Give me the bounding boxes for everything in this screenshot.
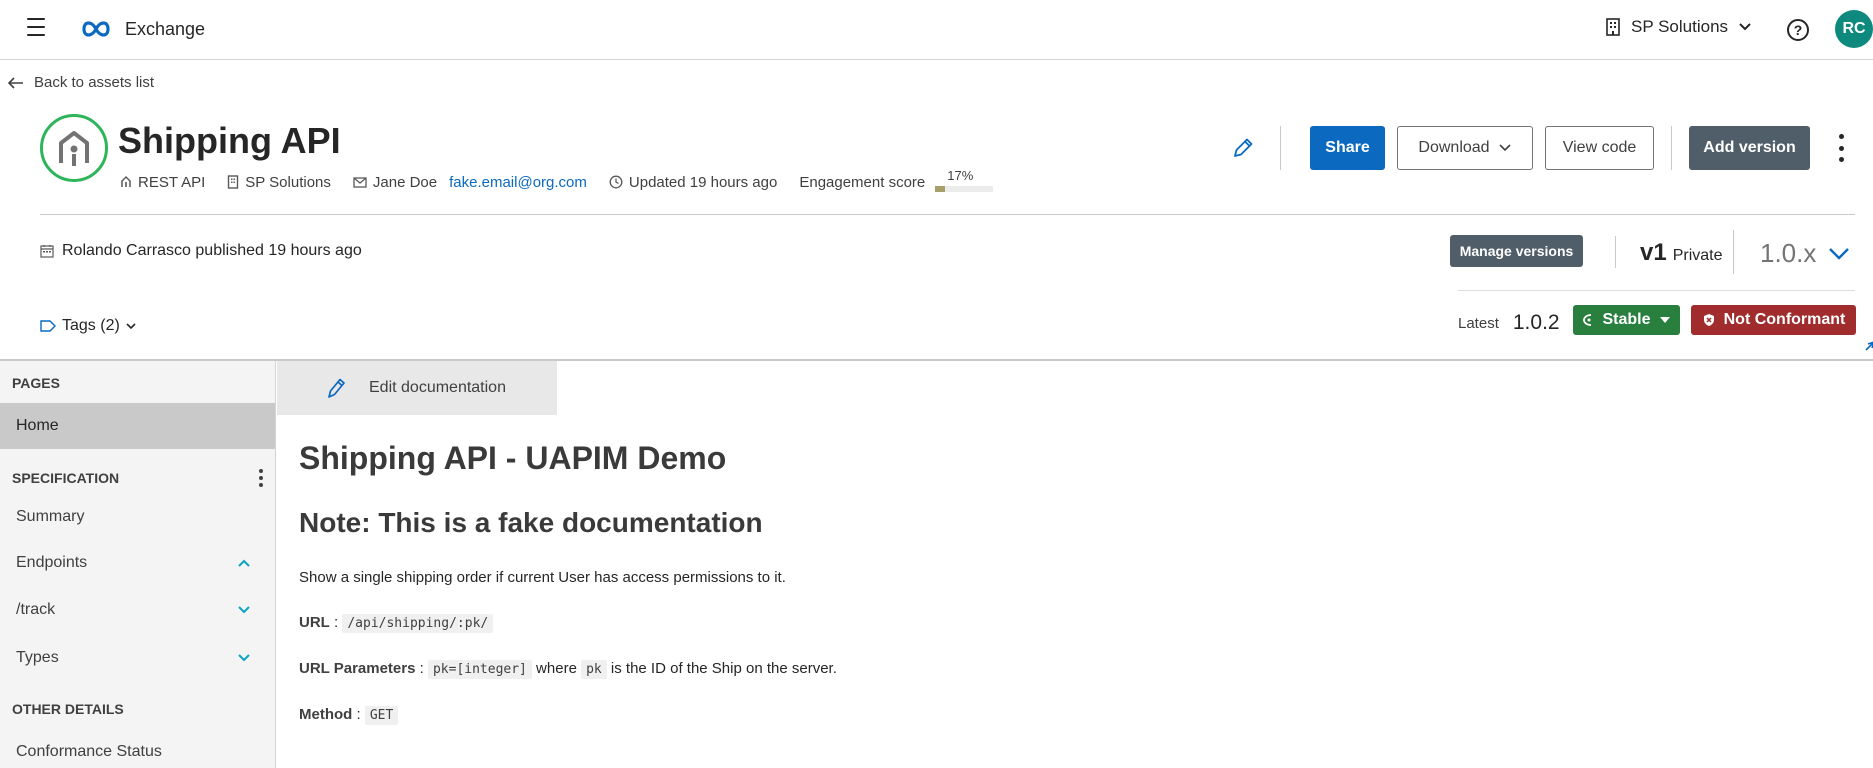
api-icon [121, 175, 131, 187]
chevron-down-icon [1499, 144, 1511, 152]
params-code: pk=[integer] [427, 660, 532, 679]
divider [1280, 126, 1281, 170]
doc-method: Method : GET [299, 702, 859, 728]
contact-email-link[interactable]: fake.email@org.com [449, 174, 587, 191]
menu-icon[interactable] [27, 18, 45, 36]
caret-down-icon [1659, 317, 1670, 323]
building-icon [228, 175, 239, 189]
sidebar-item-home[interactable]: Home [0, 403, 275, 449]
latest-version: Latest 1.0.2 [1458, 311, 1560, 335]
doc-title: Shipping API - UAPIM Demo [299, 440, 727, 476]
manage-versions-button[interactable]: Manage versions [1450, 235, 1583, 267]
clock-icon [609, 175, 623, 189]
sidebar-item-types[interactable]: Types [0, 635, 275, 681]
sidebar-item-conformance-status[interactable]: Conformance Status [0, 729, 275, 768]
doc-url: URL : /api/shipping/:pk/ [299, 610, 859, 636]
url-code: /api/shipping/:pk/ [342, 614, 494, 633]
divider [1671, 126, 1672, 170]
edit-pencil-icon[interactable] [1230, 135, 1256, 161]
engagement-score: Engagement score 17% [799, 168, 994, 192]
rest-api-asset-icon [40, 114, 108, 182]
avatar[interactable]: RC [1835, 10, 1873, 48]
sidebar-item-track[interactable]: /track [0, 587, 275, 633]
engagement-label: Engagement score [799, 173, 926, 191]
sidebar-item-summary[interactable]: Summary [0, 494, 275, 540]
download-label: Download [1418, 139, 1490, 156]
app-name: Exchange [125, 19, 206, 39]
chevron-down-icon [238, 654, 250, 662]
published-info: Rolando Carrasco published 19 hours ago [40, 242, 362, 260]
conformance-label: Not Conformant [1723, 311, 1846, 328]
latest-label: Latest [1458, 314, 1499, 332]
conformance-badge: Not Conformant [1691, 305, 1856, 335]
selected-version: 1.0.x [1760, 238, 1817, 268]
lifecycle-icon [1583, 314, 1592, 326]
chevron-down-icon [1739, 23, 1751, 31]
latest-value: 1.0.2 [1512, 311, 1560, 334]
asset-updated: Updated 19 hours ago [609, 174, 777, 191]
engagement-fill [935, 186, 946, 192]
version-divider [1458, 290, 1855, 291]
arrow-left-icon [8, 76, 23, 89]
help-icon[interactable]: ? [1787, 19, 1809, 41]
view-code-button[interactable]: View code [1545, 126, 1654, 170]
download-button[interactable]: Download [1397, 126, 1533, 170]
edit-documentation-button[interactable]: Edit documentation [277, 361, 557, 415]
doc-intro: Show a single shipping order if current … [299, 569, 786, 586]
shield-icon [1703, 314, 1714, 326]
org-switcher[interactable]: SP Solutions [1605, 17, 1752, 37]
sidebar-item-endpoints[interactable]: Endpoints [0, 540, 275, 586]
chevron-down-icon [126, 323, 136, 330]
chevron-down-icon [1829, 247, 1850, 260]
back-label: Back to assets list [34, 74, 155, 91]
specification-options-icon[interactable] [258, 469, 264, 487]
org-name: SP Solutions [1631, 17, 1729, 36]
asset-meta: REST API SP Solutions Jane Doe fake.emai… [120, 168, 994, 192]
back-to-assets-link[interactable]: Back to assets list [8, 74, 154, 91]
sidebar: PAGES Home SPECIFICATION Summary Endpoin… [0, 361, 276, 768]
documentation-body: Shipping API - UAPIM Demo Note: This is … [299, 440, 859, 748]
tags-toggle[interactable]: Tags (2) [40, 317, 136, 335]
asset-contact: Jane Doe [353, 174, 437, 191]
chevron-up-icon [238, 559, 250, 567]
doc-url-params: URL Parameters : pk=[integer] where pk i… [299, 660, 837, 679]
header-divider [40, 214, 1855, 215]
share-button[interactable]: Share [1310, 126, 1385, 170]
top-bar: Exchange SP Solutions ? RC [0, 0, 1873, 60]
pk-code: pk [581, 660, 607, 679]
chevron-down-icon [238, 606, 250, 614]
engagement-bar: 17% [935, 168, 994, 192]
version-selector[interactable]: 1.0.x [1760, 238, 1850, 269]
calendar-icon [40, 245, 54, 258]
doc-note: Note: This is a fake documentation [299, 507, 763, 538]
building-icon [1606, 18, 1620, 36]
exchange-logo-icon [82, 21, 110, 37]
major-version: v1 Private [1640, 239, 1723, 267]
tag-icon [40, 320, 56, 332]
collapse-icon[interactable] [1864, 338, 1873, 352]
asset-org: SP Solutions [227, 174, 331, 191]
major-version-label: v1 [1640, 239, 1667, 266]
specification-header: SPECIFICATION [12, 470, 120, 486]
edit-documentation-label: Edit documentation [369, 379, 506, 396]
add-version-button[interactable]: Add version [1689, 126, 1810, 170]
visibility-label: Private [1672, 247, 1723, 264]
pages-header: PAGES [12, 375, 60, 391]
lifecycle-badge[interactable]: Stable [1573, 305, 1680, 335]
asset-title: Shipping API [118, 120, 341, 161]
tags-label: Tags (2) [62, 317, 120, 334]
method-code: GET [364, 706, 399, 725]
other-details-header: OTHER DETAILS [12, 701, 124, 717]
mail-icon [353, 176, 367, 188]
divider [1733, 230, 1734, 274]
asset-type: REST API [120, 174, 205, 191]
more-options-icon[interactable] [1836, 134, 1846, 162]
engagement-percent: 17% [947, 168, 974, 183]
pencil-icon [328, 378, 345, 398]
lifecycle-label: Stable [1602, 311, 1651, 328]
divider [1615, 236, 1616, 268]
